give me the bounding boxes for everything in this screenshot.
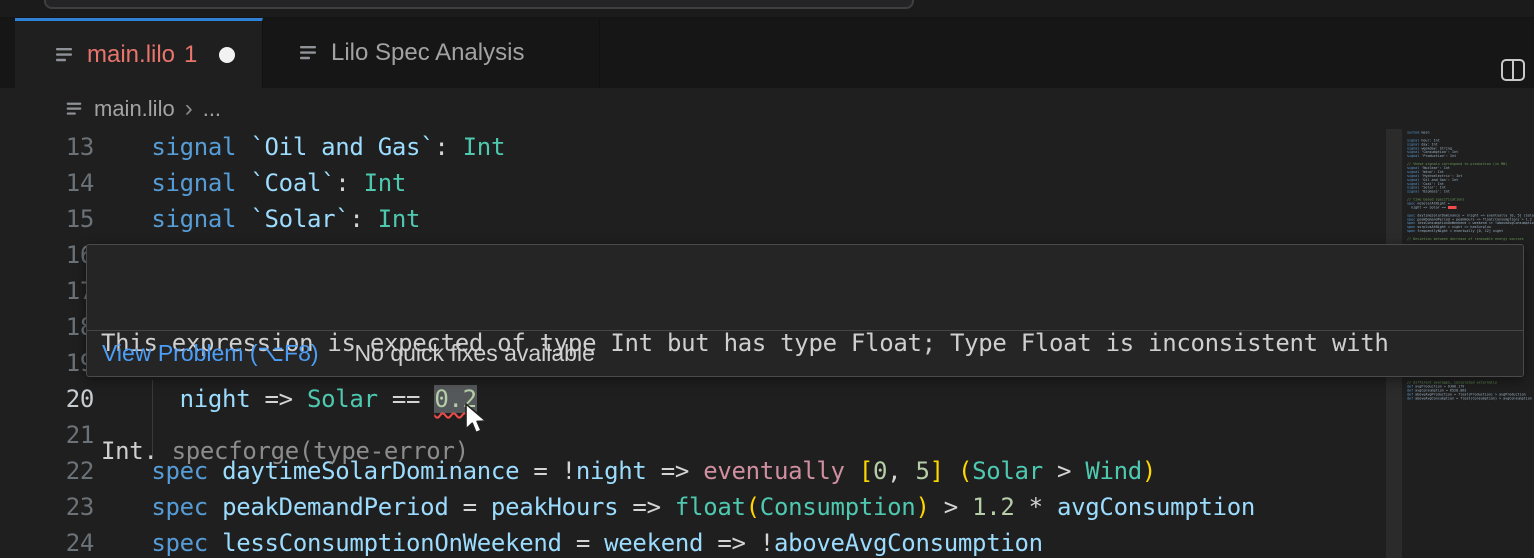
breadcrumb-symbol[interactable]: ... [203, 96, 221, 122]
error-source: specforge(type-error) [171, 437, 469, 465]
error-message-line2: Int. specforge(type-error) [101, 437, 469, 465]
tooltip-footer: View Problem (⌥F8) No quick fixes availa… [87, 330, 1523, 376]
code-line[interactable]: 13 signal `Oil and Gas`: Int [0, 129, 1534, 165]
line-number[interactable]: 16 [0, 237, 95, 273]
line-number[interactable]: 22 [0, 453, 95, 489]
error-message: This expression is expected of type Int … [87, 245, 1523, 547]
file-lines-icon [53, 44, 75, 66]
code-text: signal `Solar`: Int [151, 205, 421, 233]
line-number[interactable]: 19 [0, 345, 95, 381]
tab-title: Lilo Spec Analysis [331, 39, 525, 66]
line-number[interactable]: 18 [0, 309, 95, 345]
line-number[interactable]: 20 [0, 381, 95, 417]
minimap-code-top: system main signal hour: Int signal day: I… [1407, 131, 1534, 241]
error-tooltip: This expression is expected of type Int … [86, 244, 1524, 465]
minimap-line: // Deviation between decrease of renewab… [1407, 237, 1524, 242]
line-number[interactable]: 24 [0, 525, 95, 558]
line-number[interactable]: 23 [0, 489, 95, 525]
view-problem-link[interactable]: View Problem (⌥F8) [102, 340, 319, 367]
file-lines-icon [64, 99, 84, 119]
no-quick-fixes-status: No quick fixes available [354, 340, 595, 366]
line-number[interactable]: 17 [0, 273, 95, 309]
line-number[interactable]: 21 [0, 417, 95, 453]
tab-error-count-badge: 1 [184, 40, 198, 68]
code-line[interactable]: 15 signal `Solar`: Int [0, 201, 1534, 237]
mouse-cursor-icon [465, 403, 487, 434]
tab-filename: main.lilo [87, 40, 176, 68]
line-number[interactable]: 15 [0, 201, 95, 237]
line-number[interactable]: 14 [0, 165, 95, 201]
split-editor-icon[interactable] [1500, 57, 1526, 83]
modified-dot-icon[interactable] [219, 46, 236, 63]
code-text: signal `Oil and Gas`: Int [151, 133, 506, 161]
titlebar [0, 0, 1534, 18]
minimap-error-marker [1447, 205, 1457, 209]
chevron-right-icon: › [184, 94, 193, 122]
breadcrumb: main.lilo › ... [0, 88, 1534, 129]
code-editor[interactable]: 13 signal `Oil and Gas`: Int 14 signal `C… [0, 129, 1534, 558]
code-text: signal `Coal`: Int [151, 169, 407, 197]
tab-bar: main.lilo 1 Lilo Spec Analysis [0, 18, 1534, 88]
code-line[interactable]: 14 signal `Coal`: Int [0, 165, 1534, 201]
vscode-window: main.lilo 1 Lilo Spec Analysis main.lilo… [0, 0, 1534, 558]
breadcrumb-file[interactable]: main.lilo [94, 96, 175, 122]
tab-lilo-spec-analysis[interactable]: Lilo Spec Analysis [263, 18, 600, 88]
tab-main-lilo[interactable]: main.lilo 1 [15, 18, 263, 88]
line-number[interactable]: 13 [0, 129, 95, 165]
file-lines-icon [297, 42, 319, 64]
command-center-searchbox[interactable] [44, 0, 914, 9]
